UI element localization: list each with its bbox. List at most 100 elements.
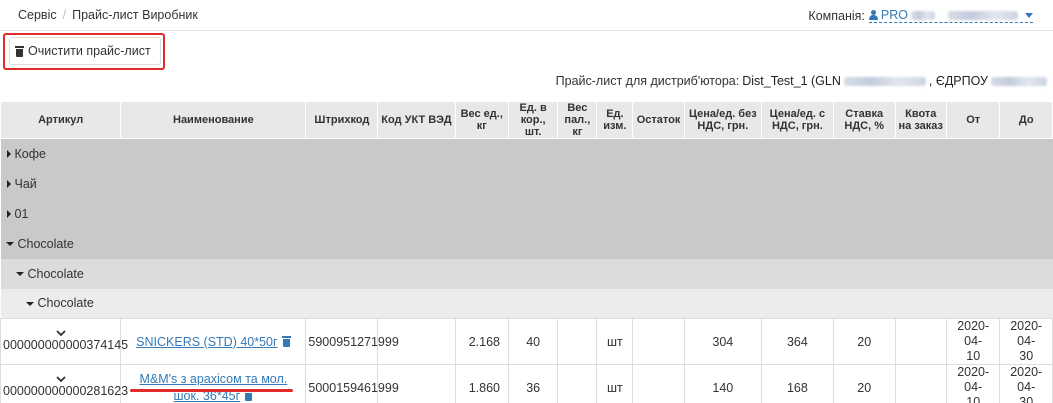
breadcrumb-current: Прайс-лист Виробник bbox=[72, 8, 198, 22]
pallet-weight-cell bbox=[557, 364, 598, 403]
trash-icon bbox=[15, 45, 24, 57]
company-dropdown[interactable]: PRO bbox=[868, 8, 1033, 23]
table-row: 000000000000374145 SNICKERS (STD) 40*50г… bbox=[0, 318, 1053, 365]
col-weight[interactable]: Вес ед., кг bbox=[454, 101, 509, 139]
redacted-company-detail bbox=[948, 10, 1018, 20]
from-date-part: 2020-04- bbox=[957, 365, 990, 394]
pricelist-prefix: Прайс-лист для дистриб'ютора: bbox=[555, 74, 740, 88]
col-to[interactable]: До bbox=[999, 101, 1053, 139]
group-row-chocolate-2[interactable]: Chocolate bbox=[0, 258, 1053, 289]
breadcrumb-service[interactable]: Сервіс bbox=[18, 8, 57, 22]
group-label: Chocolate bbox=[37, 296, 94, 311]
chevron-down-icon bbox=[1025, 12, 1033, 18]
highlight-box: Очистити прайс-лист bbox=[3, 33, 165, 70]
barcode-cell: 5900951271999 bbox=[305, 318, 399, 365]
group-row-chocolate-3[interactable]: Chocolate bbox=[0, 288, 1053, 319]
col-unit[interactable]: Ед. изм. bbox=[596, 101, 634, 139]
from-cell: 2020-04- 10 bbox=[945, 318, 1001, 365]
to-cell: 2020-04- 30 bbox=[999, 364, 1053, 403]
to-date-part: 2020-04- bbox=[1010, 319, 1043, 348]
pricelist-edrpou-label: , ЄДРПОУ bbox=[928, 74, 988, 88]
group-label: Chocolate bbox=[17, 236, 74, 251]
col-from[interactable]: От bbox=[945, 101, 1001, 139]
caret-right-icon bbox=[6, 209, 11, 218]
price-no-vat-cell: 304 bbox=[683, 318, 762, 365]
stock-cell bbox=[632, 318, 685, 365]
group-row-coffee[interactable]: Кофе bbox=[0, 138, 1053, 169]
vat-rate-cell: 20 bbox=[832, 364, 896, 403]
group-label: 01 bbox=[14, 206, 29, 221]
table-header-row: Артикул Наименование Штрихкод Код УКТ ВЭ… bbox=[0, 101, 1053, 139]
top-bar: Сервіс / Прайс-лист Виробник Компанія: PRO bbox=[0, 0, 1053, 31]
from-date-part: 10 bbox=[966, 395, 981, 403]
redacted-edrpou bbox=[991, 76, 1047, 86]
unit-cell: шт bbox=[596, 364, 634, 403]
unit-cell: шт bbox=[596, 318, 634, 365]
to-date-part: 30 bbox=[1019, 349, 1034, 363]
pricelist-info: Прайс-лист для дистриб'ютора: Dist_Test_… bbox=[556, 74, 1047, 88]
name-cell: SNICKERS (STD) 40*50г bbox=[120, 318, 307, 365]
group-row-tea[interactable]: Чай bbox=[0, 168, 1053, 199]
col-price-vat[interactable]: Цена/ед. с НДС, грн. bbox=[760, 101, 834, 139]
caret-down-icon bbox=[25, 301, 34, 306]
col-pallet-weight[interactable]: Вес пал., кг bbox=[557, 101, 598, 139]
company-selector: Компанія: PRO bbox=[808, 8, 1033, 23]
price-no-vat-cell: 140 bbox=[683, 364, 762, 403]
price-vat-cell: 364 bbox=[760, 318, 834, 365]
chevron-down-icon[interactable] bbox=[56, 329, 66, 336]
col-name[interactable]: Наименование bbox=[120, 101, 307, 139]
to-cell: 2020-04- 30 bbox=[999, 318, 1053, 365]
col-stock[interactable]: Остаток bbox=[632, 101, 685, 139]
article-cell: 000000000000281623 bbox=[0, 364, 128, 403]
breadcrumb-separator: / bbox=[62, 8, 67, 22]
article-cell: 000000000000374145 bbox=[0, 318, 128, 365]
breadcrumb: Сервіс / Прайс-лист Виробник bbox=[18, 8, 198, 22]
table-row: 000000000000281623 M&M's з арахісом та м… bbox=[0, 364, 1053, 403]
price-vat-cell: 168 bbox=[760, 364, 834, 403]
to-date-part: 2020-04- bbox=[1010, 365, 1043, 394]
clear-pricelist-label: Очистити прайс-лист bbox=[28, 44, 151, 58]
article-value: 000000000000281623 bbox=[3, 383, 129, 398]
pricelist-distributor: Dist_Test_1 (GLN bbox=[742, 74, 841, 88]
group-label: Чай bbox=[14, 176, 37, 191]
col-price-no-vat[interactable]: Цена/ед. без НДС, грн. bbox=[683, 101, 762, 139]
product-link[interactable]: SNICKERS (STD) 40*50г bbox=[136, 335, 277, 349]
to-date-part: 30 bbox=[1019, 395, 1034, 403]
from-cell: 2020-04- 10 bbox=[945, 364, 1001, 403]
col-quota[interactable]: Квота на заказ bbox=[894, 101, 947, 139]
group-row-01[interactable]: 01 bbox=[0, 198, 1053, 229]
quota-cell bbox=[894, 318, 947, 365]
pricelist-table: Артикул Наименование Штрихкод Код УКТ ВЭ… bbox=[0, 101, 1053, 403]
caret-right-icon bbox=[6, 149, 11, 158]
caret-right-icon bbox=[6, 179, 11, 188]
per-box-cell: 40 bbox=[507, 318, 559, 365]
weight-cell: 2.168 bbox=[454, 318, 509, 365]
col-article[interactable]: Артикул bbox=[0, 101, 122, 139]
per-box-cell: 36 bbox=[507, 364, 559, 403]
highlight-underline bbox=[130, 389, 293, 392]
caret-down-icon bbox=[5, 242, 14, 247]
col-ukt[interactable]: Код УКТ ВЭД bbox=[377, 101, 456, 139]
product-link[interactable]: M&M's з арахісом та мол. bbox=[139, 372, 287, 386]
from-date-part: 2020-04- bbox=[957, 319, 990, 348]
weight-cell: 1.860 bbox=[454, 364, 509, 403]
clear-pricelist-button[interactable]: Очистити прайс-лист bbox=[9, 37, 161, 65]
group-label: Кофе bbox=[14, 146, 46, 161]
col-barcode[interactable]: Штрихкод bbox=[305, 101, 379, 139]
col-vat-rate[interactable]: Ставка НДС, % bbox=[832, 101, 896, 139]
name-cell: M&M's з арахісом та мол. шок. 36*45г bbox=[120, 364, 307, 403]
group-label: Chocolate bbox=[27, 266, 84, 281]
col-per-box[interactable]: Ед. в кор., шт. bbox=[507, 101, 559, 139]
chevron-down-icon[interactable] bbox=[56, 375, 66, 382]
company-label: Компанія: bbox=[808, 8, 865, 23]
redacted-company bbox=[911, 10, 935, 20]
company-name: PRO bbox=[880, 8, 908, 22]
article-value: 000000000000374145 bbox=[3, 337, 129, 352]
group-row-chocolate-1[interactable]: Chocolate bbox=[0, 228, 1053, 259]
delete-icon[interactable] bbox=[281, 335, 291, 347]
quota-cell bbox=[894, 364, 947, 403]
from-date-part: 10 bbox=[966, 349, 981, 363]
caret-down-icon bbox=[15, 272, 24, 277]
user-icon bbox=[868, 10, 878, 20]
barcode-cell: 5000159461999 bbox=[305, 364, 399, 403]
